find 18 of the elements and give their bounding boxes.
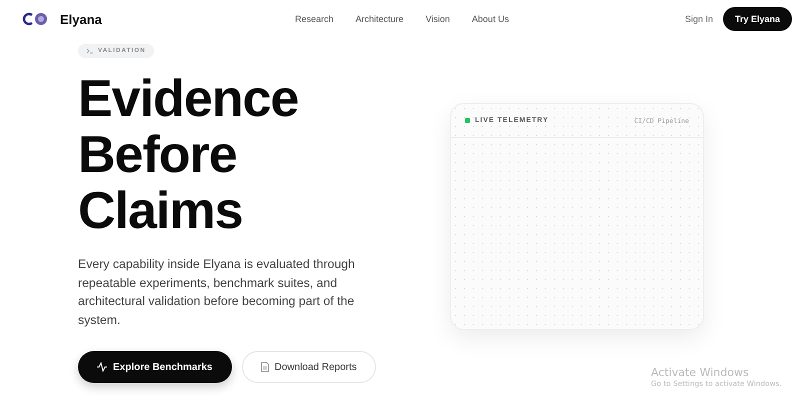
try-button[interactable]: Try Elyana [722,7,792,31]
sign-in-link[interactable]: Sign In [684,14,713,24]
brand-name[interactable]: Elyana [60,12,102,26]
hero-title-line: Before [78,127,238,183]
hero-title-line: Claims [78,183,244,239]
document-icon [260,362,268,372]
hero-title-line: Evidence [78,71,298,127]
nav-link[interactable]: Research [295,14,334,24]
explore-button[interactable]: Explore Benchmarks [78,351,232,383]
nav-link[interactable]: Architecture [356,14,404,24]
activity-icon [97,362,107,372]
terminal-icon [86,48,93,54]
activation-notice-title: Activate Windows [651,366,750,379]
hero-description: Every capability inside Elyana is evaluated through repeatable experiments, benchmark suites, and architectural validation before becoming part of the system. [78,256,356,328]
nav-link[interactable]: About Us [472,14,509,24]
logo-icon [20,12,50,26]
download-button[interactable]: Download Reports [242,351,376,383]
nav-link[interactable]: Vision [426,14,450,24]
